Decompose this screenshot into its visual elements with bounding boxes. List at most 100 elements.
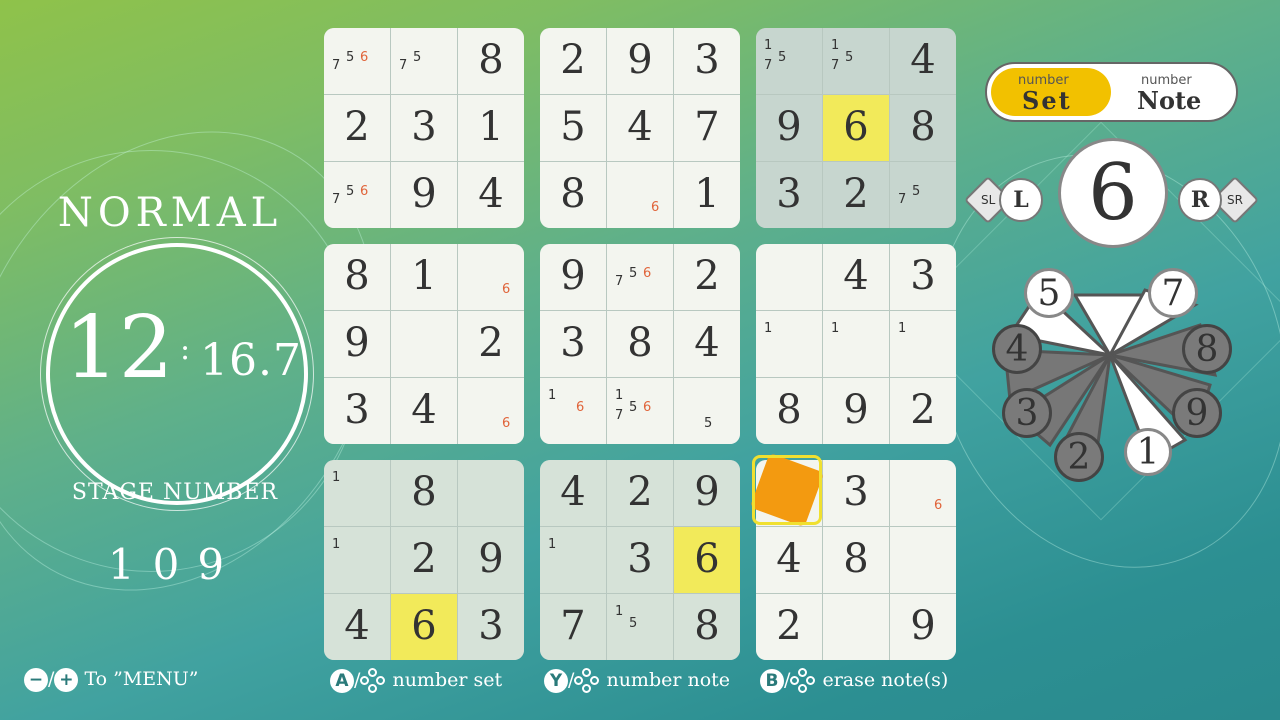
sudoku-cell[interactable]: 9 bbox=[890, 594, 956, 660]
b-button-icon[interactable]: B bbox=[760, 669, 784, 693]
mode-toggle[interactable]: number Set number Note bbox=[985, 62, 1238, 122]
sudoku-cell[interactable] bbox=[458, 460, 524, 526]
sudoku-cell[interactable]: 5 bbox=[540, 95, 606, 161]
sudoku-cell[interactable]: 8 bbox=[324, 244, 390, 310]
wheel-number-5[interactable]: 5 bbox=[1024, 268, 1074, 318]
sudoku-cell[interactable]: 9 bbox=[458, 527, 524, 593]
sudoku-cell[interactable]: 9 bbox=[823, 378, 889, 444]
sudoku-cell[interactable]: 7 bbox=[540, 594, 606, 660]
sudoku-cell[interactable]: 1 bbox=[540, 527, 606, 593]
sudoku-cell[interactable]: 3 bbox=[607, 527, 673, 593]
sudoku-cell[interactable]: 1 bbox=[890, 311, 956, 377]
wheel-number-4[interactable]: 4 bbox=[992, 324, 1042, 374]
sudoku-cell[interactable]: 3 bbox=[823, 460, 889, 526]
sudoku-cell[interactable]: 8 bbox=[458, 28, 524, 94]
sudoku-cell[interactable]: 9 bbox=[607, 28, 673, 94]
sudoku-cell[interactable]: 1 bbox=[458, 95, 524, 161]
sudoku-cell[interactable]: 2 bbox=[674, 244, 740, 310]
sudoku-cell[interactable]: 6 bbox=[607, 162, 673, 228]
mode-note-label[interactable]: Note bbox=[1137, 86, 1201, 115]
sudoku-cell[interactable]: 9 bbox=[391, 162, 457, 228]
sudoku-cell[interactable]: 15 bbox=[607, 594, 673, 660]
sudoku-cell[interactable] bbox=[391, 311, 457, 377]
sudoku-cell[interactable]: 3 bbox=[458, 594, 524, 660]
wheel-number-3[interactable]: 3 bbox=[1002, 388, 1052, 438]
sudoku-cell[interactable]: 4 bbox=[540, 460, 606, 526]
selected-number[interactable]: 6 bbox=[1058, 138, 1168, 248]
sudoku-cell[interactable]: 4 bbox=[823, 244, 889, 310]
sudoku-cell[interactable]: 1 bbox=[324, 460, 390, 526]
sudoku-cell[interactable]: 8 bbox=[607, 311, 673, 377]
sudoku-cell[interactable]: 6 bbox=[674, 527, 740, 593]
sudoku-cell[interactable]: 1 bbox=[823, 311, 889, 377]
pencil-note: 1 bbox=[764, 38, 773, 53]
sudoku-cell[interactable]: 9 bbox=[324, 311, 390, 377]
sudoku-cell[interactable]: 4 bbox=[324, 594, 390, 660]
sudoku-cell[interactable] bbox=[823, 594, 889, 660]
sudoku-cell[interactable]: 8 bbox=[674, 594, 740, 660]
sudoku-cell[interactable]: 8 bbox=[540, 162, 606, 228]
sudoku-cell[interactable]: 3 bbox=[756, 162, 822, 228]
sudoku-cell[interactable]: 8 bbox=[391, 460, 457, 526]
sudoku-cell[interactable]: 6 bbox=[391, 594, 457, 660]
sudoku-cell[interactable]: 3 bbox=[540, 311, 606, 377]
sudoku-cell[interactable]: 2 bbox=[540, 28, 606, 94]
sudoku-cell[interactable]: 8 bbox=[890, 95, 956, 161]
plus-button-icon[interactable]: + bbox=[54, 668, 79, 692]
sudoku-cell[interactable]: 6 bbox=[890, 460, 956, 526]
wheel-number-7[interactable]: 7 bbox=[1148, 268, 1198, 318]
sudoku-cell[interactable]: 4 bbox=[391, 378, 457, 444]
sudoku-cell[interactable]: 2 bbox=[756, 594, 822, 660]
sudoku-cell[interactable]: 4 bbox=[458, 162, 524, 228]
sudoku-cell[interactable]: 4 bbox=[674, 311, 740, 377]
cell-value: 2 bbox=[694, 253, 720, 299]
sudoku-cell[interactable]: 756 bbox=[324, 162, 390, 228]
sudoku-cell[interactable]: 4 bbox=[607, 95, 673, 161]
sudoku-cell[interactable]: 16 bbox=[540, 378, 606, 444]
sudoku-cell[interactable] bbox=[756, 244, 822, 310]
cell-value: 8 bbox=[627, 320, 653, 366]
sudoku-cell[interactable]: 7 bbox=[674, 95, 740, 161]
wheel-number-8[interactable]: 8 bbox=[1182, 324, 1232, 374]
sudoku-cell[interactable]: 756 bbox=[607, 244, 673, 310]
sudoku-cell[interactable]: 9 bbox=[674, 460, 740, 526]
sudoku-cell[interactable]: 75 bbox=[890, 162, 956, 228]
wheel-number-2[interactable]: 2 bbox=[1054, 432, 1104, 482]
sudoku-cell[interactable]: 756 bbox=[324, 28, 390, 94]
sudoku-cell[interactable]: 8 bbox=[756, 378, 822, 444]
sudoku-cell[interactable]: 6 bbox=[823, 95, 889, 161]
sudoku-cell[interactable]: 2 bbox=[458, 311, 524, 377]
cell-value: 5 bbox=[560, 104, 586, 150]
sudoku-cell[interactable]: 3 bbox=[391, 95, 457, 161]
wheel-number-1[interactable]: 1 bbox=[1124, 428, 1172, 476]
sudoku-cell[interactable]: 1756 bbox=[607, 378, 673, 444]
sudoku-cell[interactable]: 6 bbox=[458, 378, 524, 444]
sudoku-cell[interactable]: 2 bbox=[890, 378, 956, 444]
sudoku-cell[interactable]: 2 bbox=[391, 527, 457, 593]
a-button-icon[interactable]: A bbox=[330, 669, 354, 693]
sudoku-cell[interactable]: 2 bbox=[324, 95, 390, 161]
sudoku-cell[interactable]: 3 bbox=[890, 244, 956, 310]
sudoku-cell[interactable]: 157 bbox=[756, 28, 822, 94]
sudoku-cell[interactable]: 4 bbox=[890, 28, 956, 94]
sudoku-cell[interactable]: 1 bbox=[674, 162, 740, 228]
sudoku-cell[interactable]: 5 bbox=[674, 378, 740, 444]
sudoku-cell[interactable]: 1 bbox=[324, 527, 390, 593]
sudoku-cell[interactable]: 3 bbox=[324, 378, 390, 444]
y-button-icon[interactable]: Y bbox=[544, 669, 568, 693]
sudoku-cell[interactable]: 2 bbox=[607, 460, 673, 526]
minus-button-icon[interactable]: − bbox=[24, 668, 48, 692]
sudoku-cell[interactable]: 9 bbox=[540, 244, 606, 310]
sudoku-cell[interactable]: 6 bbox=[458, 244, 524, 310]
sudoku-cell[interactable]: 3 bbox=[674, 28, 740, 94]
sudoku-cell[interactable]: 1 bbox=[756, 311, 822, 377]
sudoku-cell[interactable] bbox=[890, 527, 956, 593]
sudoku-cell[interactable]: 1 bbox=[391, 244, 457, 310]
sudoku-cell[interactable]: 4 bbox=[756, 527, 822, 593]
wheel-number-9[interactable]: 9 bbox=[1172, 388, 1222, 438]
sudoku-cell[interactable]: 75 bbox=[391, 28, 457, 94]
sudoku-cell[interactable]: 2 bbox=[823, 162, 889, 228]
sudoku-cell[interactable]: 9 bbox=[756, 95, 822, 161]
sudoku-cell[interactable]: 8 bbox=[823, 527, 889, 593]
sudoku-cell[interactable]: 1 75 bbox=[823, 28, 889, 94]
